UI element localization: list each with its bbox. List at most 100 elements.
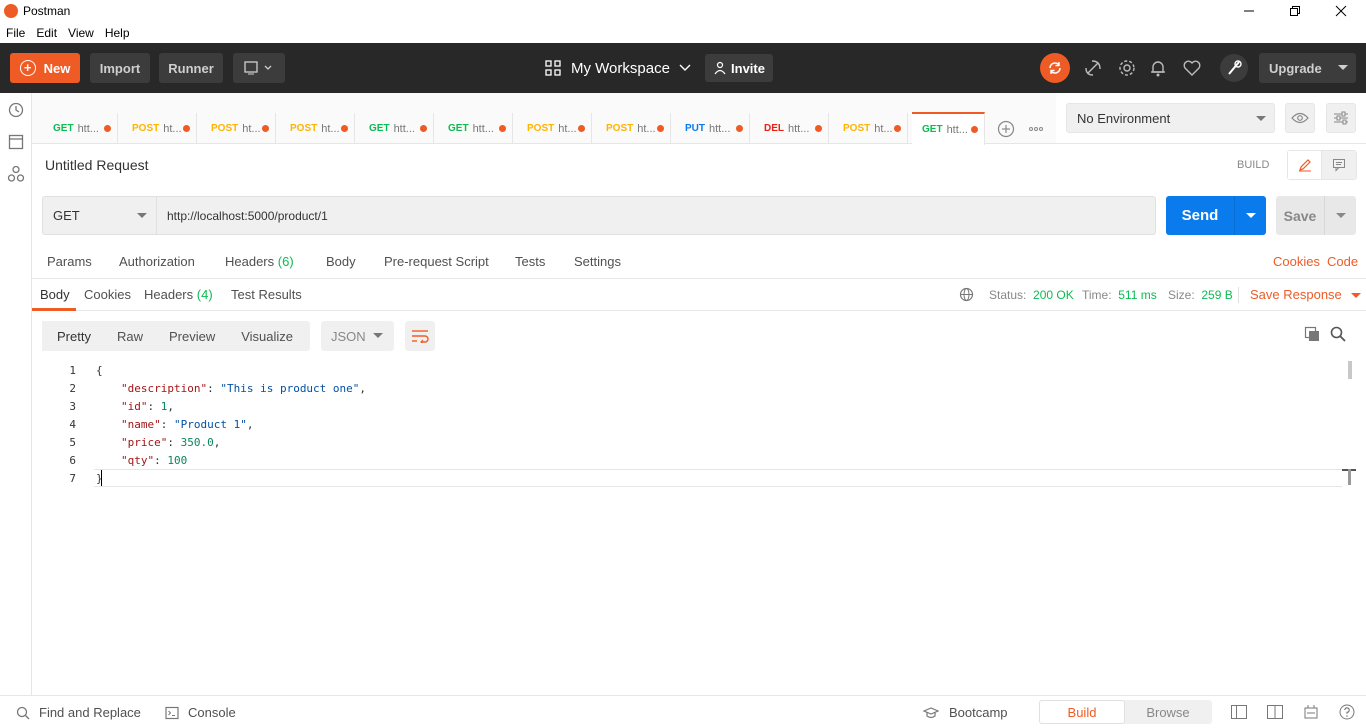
response-tab-body[interactable]: Body <box>40 287 70 302</box>
close-icon[interactable] <box>1318 0 1364 22</box>
tab-prerequest-script[interactable]: Pre-request Script <box>384 254 489 269</box>
wrap-lines-icon[interactable] <box>405 321 435 351</box>
tab-url: ht... <box>558 122 577 135</box>
view-preview[interactable]: Preview <box>156 321 228 351</box>
restore-icon[interactable] <box>1272 0 1318 22</box>
view-pretty[interactable]: Pretty <box>42 321 104 351</box>
edit-pencil-icon[interactable] <box>1288 151 1323 179</box>
console-button[interactable]: Console <box>165 705 236 720</box>
active-line-highlight <box>94 469 1342 487</box>
new-button[interactable]: + New <box>10 53 80 83</box>
response-tab-cookies[interactable]: Cookies <box>84 287 131 302</box>
tab-method: POST <box>527 123 555 134</box>
sync-icon[interactable] <box>1040 53 1070 83</box>
browse-mode-button[interactable]: Browse <box>1125 700 1211 724</box>
unsaved-dot-icon <box>815 125 822 132</box>
view-raw[interactable]: Raw <box>104 321 156 351</box>
send-button[interactable]: Send <box>1166 196 1266 235</box>
request-tab-active[interactable]: GET htt... <box>912 112 985 145</box>
split-view-icon[interactable] <box>1267 705 1283 719</box>
environment-select[interactable]: No Environment <box>1066 103 1275 133</box>
environment-quick-look-eye-icon[interactable] <box>1285 103 1315 133</box>
history-icon[interactable] <box>7 101 25 119</box>
search-icon[interactable] <box>1330 326 1346 342</box>
more-tabs-icon[interactable] <box>1029 127 1043 131</box>
menu-help[interactable]: Help <box>105 26 130 40</box>
tab-url: ht... <box>874 122 893 135</box>
copy-icon[interactable] <box>1304 326 1320 342</box>
menu-file[interactable]: File <box>6 26 25 40</box>
help-icon[interactable] <box>1339 704 1355 720</box>
request-tab[interactable]: POST ht... <box>517 113 592 144</box>
json-key: "name" <box>121 417 161 431</box>
menu-view[interactable]: View <box>68 26 94 40</box>
request-tab[interactable]: PUT htt... <box>675 113 750 144</box>
scrollbar[interactable] <box>1342 361 1356 695</box>
two-pane-view-icon[interactable] <box>1231 705 1247 719</box>
manage-environments-sliders-icon[interactable] <box>1326 103 1356 133</box>
globe-icon[interactable] <box>959 287 974 302</box>
tab-headers[interactable]: Headers (6) <box>225 254 294 269</box>
upgrade-button[interactable]: Upgrade <box>1259 53 1356 83</box>
request-tab[interactable]: POST ht... <box>201 113 276 144</box>
scrollbar-thumb[interactable] <box>1348 361 1352 379</box>
tab-authorization[interactable]: Authorization <box>119 254 195 269</box>
code-line: 6 "qty": 100 <box>32 451 1342 469</box>
tab-tests[interactable]: Tests <box>515 254 545 269</box>
line-number: 5 <box>69 435 76 449</box>
format-select[interactable]: JSON <box>321 321 394 351</box>
runner-button[interactable]: Runner <box>159 53 223 83</box>
method-select[interactable]: GET <box>42 196 157 235</box>
request-tab[interactable]: POST ht... <box>122 113 197 144</box>
grid-icon <box>545 60 561 76</box>
keyboard-shortcuts-icon[interactable] <box>1303 704 1319 720</box>
tab-url: htt... <box>393 122 415 135</box>
add-tab-icon[interactable] <box>997 120 1015 138</box>
code-text: "price": 350.0, <box>121 435 221 449</box>
build-mode-button[interactable]: Build <box>1039 700 1125 724</box>
request-tab[interactable]: POST ht... <box>833 113 908 144</box>
apis-icon[interactable] <box>7 165 25 183</box>
bootcamp-button[interactable]: Bootcamp <box>923 705 1008 720</box>
view-visualize[interactable]: Visualize <box>228 321 306 351</box>
find-replace-button[interactable]: Find and Replace <box>16 705 141 720</box>
code-text: "id": 1, <box>121 399 174 413</box>
save-button[interactable]: Save <box>1276 196 1356 235</box>
comments-icon[interactable] <box>1322 151 1356 179</box>
request-tab[interactable]: POST ht... <box>280 113 355 144</box>
url-input[interactable]: http://localhost:5000/product/1 <box>157 196 1156 235</box>
save-response-button[interactable]: Save Response <box>1250 287 1362 302</box>
response-tab-headers[interactable]: Headers (4) <box>144 287 213 302</box>
time-label: Time: <box>1082 288 1112 302</box>
invite-button[interactable]: Invite <box>705 54 773 82</box>
request-tab[interactable]: GET htt... <box>43 113 118 144</box>
tab-params[interactable]: Params <box>47 254 92 269</box>
json-value: "This is product one" <box>220 381 360 395</box>
send-options-caret-icon[interactable] <box>1234 196 1266 235</box>
heart-icon[interactable] <box>1182 58 1202 78</box>
tab-settings[interactable]: Settings <box>574 254 621 269</box>
request-tab[interactable]: POST ht... <box>596 113 671 144</box>
new-window-button[interactable] <box>233 53 285 83</box>
request-title[interactable]: Untitled Request <box>45 157 149 173</box>
import-button[interactable]: Import <box>90 53 150 83</box>
request-tab[interactable]: DEL htt... <box>754 113 829 144</box>
tab-body[interactable]: Body <box>326 254 356 269</box>
workspace-switcher[interactable]: My Workspace <box>545 53 692 83</box>
code-link[interactable]: Code <box>1327 254 1358 269</box>
menu-edit[interactable]: Edit <box>36 26 57 40</box>
scroll-marker <box>1348 469 1351 485</box>
minimize-icon[interactable] <box>1226 0 1272 22</box>
collections-icon[interactable] <box>7 133 25 151</box>
tab-method: POST <box>290 123 318 134</box>
settings-gear-icon[interactable] <box>1117 58 1137 78</box>
request-tab[interactable]: GET htt... <box>359 113 434 144</box>
response-tab-test-results[interactable]: Test Results <box>231 287 302 302</box>
bell-icon[interactable] <box>1148 58 1168 78</box>
satellite-icon[interactable] <box>1083 58 1103 78</box>
request-tab[interactable]: GET htt... <box>438 113 513 144</box>
json-key: "qty" <box>121 453 155 467</box>
avatar[interactable] <box>1220 54 1248 82</box>
save-options-caret-icon[interactable] <box>1324 196 1356 235</box>
cookies-link[interactable]: Cookies <box>1273 254 1320 269</box>
